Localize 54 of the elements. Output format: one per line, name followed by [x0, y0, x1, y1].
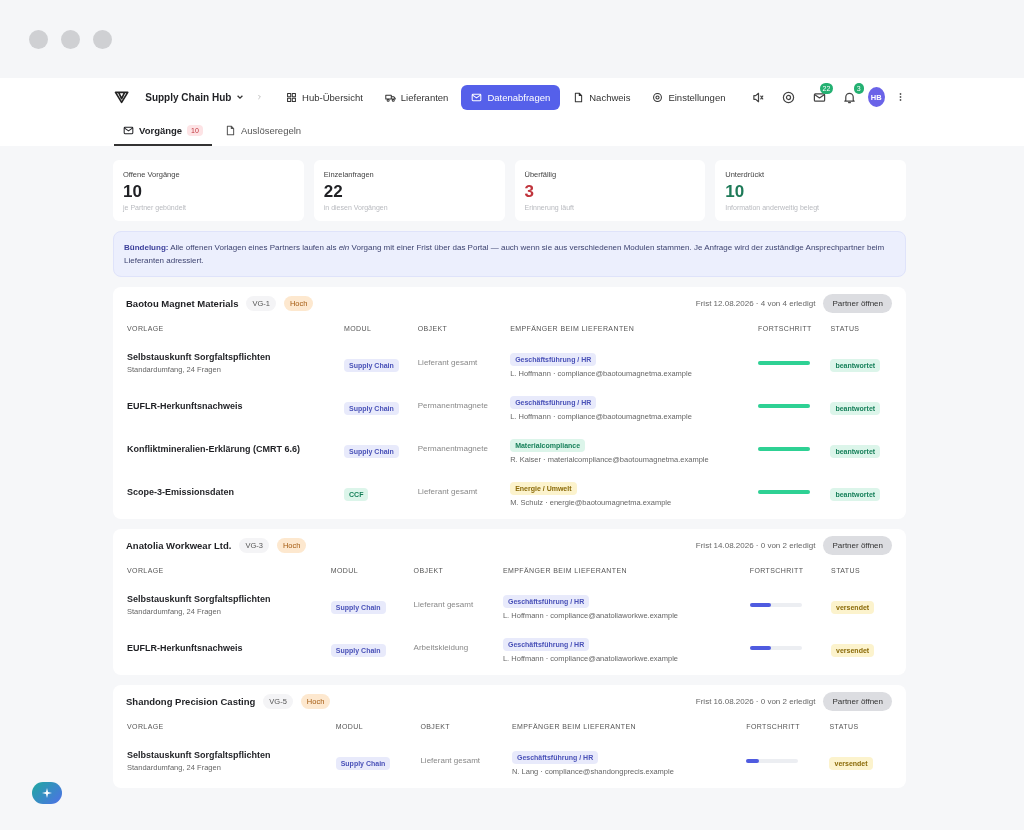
open-partner-button[interactable]: Partner öffnen [823, 293, 892, 313]
template-title: Selbstauskunft Sorgfaltspflichten [127, 749, 272, 760]
object-cell-text: Permanentmagnete [416, 400, 489, 412]
template-title: Selbstauskunft Sorgfaltspflichten [127, 593, 272, 604]
sparkle-icon [41, 787, 53, 799]
object-cell-text: Lieferant gesamt [419, 755, 481, 767]
speaker-icon [752, 90, 766, 104]
open-partner-button[interactable]: Partner öffnen [823, 691, 892, 711]
stat-value: 3 [524, 182, 535, 202]
grid-icon [286, 91, 298, 103]
template-title: Selbstauskunft Sorgfaltspflichten [127, 351, 272, 362]
object-cell-text: Lieferant gesamt [412, 599, 475, 611]
nav-item[interactable]: Einstellungen [643, 85, 735, 109]
nav-item[interactable]: Lieferanten [375, 85, 458, 109]
stat-value: 10 [725, 182, 746, 202]
partner-name: Shandong Precision Casting [126, 695, 256, 707]
settings-icon [652, 91, 664, 103]
target-icon [782, 90, 796, 104]
nav-item[interactable]: Datenabfragen [461, 84, 561, 110]
deadline-summary: Frist 14.08.2026 · 0 von 2 erledigt [695, 540, 816, 550]
document-icon [224, 124, 236, 136]
window-control[interactable] [61, 30, 80, 49]
template-title: EUFLR-Herkunftsnachweis [127, 642, 244, 653]
object-cell-text: Arbeitskleidung [412, 642, 470, 654]
app-switcher[interactable]: Supply Chain Hub [145, 91, 245, 103]
stat-value: 10 [123, 182, 143, 202]
stat-value: 22 [323, 182, 344, 202]
bell-icon [843, 90, 857, 104]
window-control[interactable] [29, 30, 48, 49]
document-icon [573, 91, 585, 103]
deadline-summary: Frist 16.08.2026 · 0 von 2 erledigt [695, 696, 816, 706]
nav-item[interactable]: Nachweis [564, 85, 640, 109]
object-cell-text: Permanentmagnete [416, 443, 489, 455]
nav-item[interactable]: Hub-Übersicht [277, 85, 372, 109]
chevron-right-icon [256, 93, 264, 101]
template-title: Scope-3-Emissionsdaten [127, 486, 236, 497]
window-control[interactable] [93, 30, 112, 49]
chevron-down-icon [236, 93, 245, 101]
object-cell-text: Lieferant gesamt [416, 357, 479, 369]
partner-name: Anatolia Workwear Ltd. [126, 539, 232, 551]
info-banner: Bündelung: Alle offenen Vorlagen eines Partners laufen als ein Vorgang mit einer Frist über das Portal — auch wenn sie aus verschiedenen Modulen stammen. Je Anfrage wird der zuständige Ansprechpartner beim Lieferanten adressiert. [113, 231, 906, 277]
more-icon [899, 92, 903, 102]
object-cell-text: Lieferant gesamt [416, 486, 479, 498]
deadline-summary: Frist 12.08.2026 · 4 von 4 erledigt [695, 298, 816, 308]
mail-icon [471, 91, 483, 103]
template-title: EUFLR-Herkunftsnachweis [127, 400, 244, 411]
open-partner-button[interactable]: Partner öffnen [823, 535, 892, 555]
truck-icon [384, 91, 396, 103]
mail-icon [123, 124, 134, 136]
assistant-button[interactable] [32, 782, 62, 804]
mail-icon [812, 90, 826, 104]
partner-name: Baotou Magnet Materials [126, 297, 239, 309]
template-title: Konfliktmineralien-Erklärung (CMRT 6.6) [127, 443, 302, 454]
tab[interactable]: Auslöseregeln [215, 116, 311, 146]
